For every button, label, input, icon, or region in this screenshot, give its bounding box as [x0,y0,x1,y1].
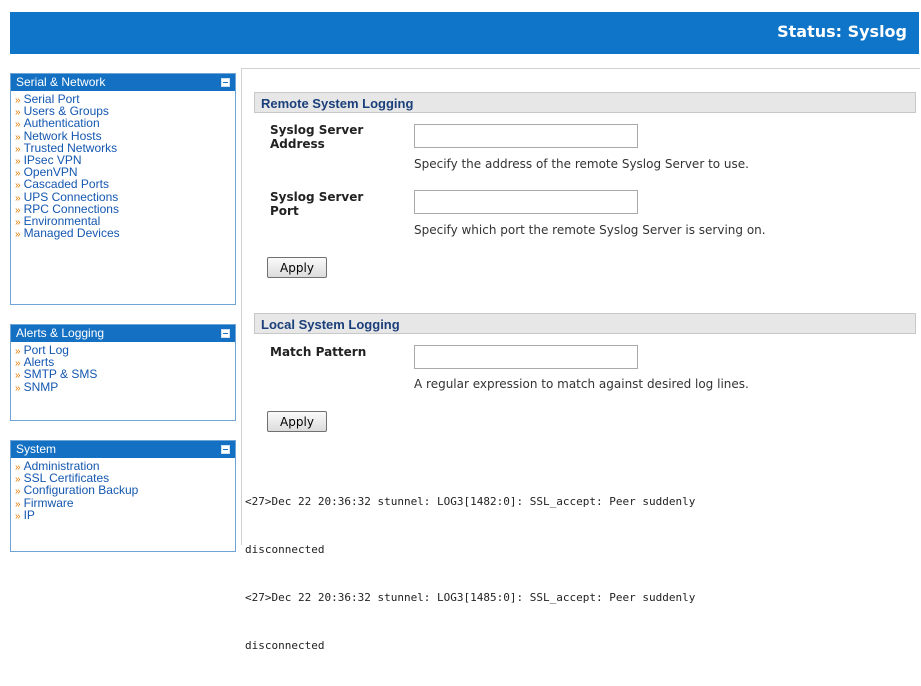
collapse-icon[interactable] [221,445,230,454]
section-heading-remote: Remote System Logging [254,92,916,113]
collapse-icon[interactable] [221,329,230,338]
arrow-icon: » [15,119,21,131]
sidebar-group-alerts-logging: Alerts & Logging » Port Log » Alerts » SMTP… [10,324,236,421]
arrow-icon: » [15,498,21,510]
sidebar-item-snmp[interactable]: » SNMP [15,381,235,394]
collapse-icon[interactable] [221,78,230,87]
log-line: disconnected [245,543,325,556]
sidebar-group-header[interactable]: System [11,441,235,458]
sidebar-item-managed-devices[interactable]: » Managed Devices [15,227,235,241]
log-line: <27>Dec 22 20:36:32 stunnel: LOG3[1485:0… [245,591,696,604]
section-heading-local: Local System Logging [254,313,916,334]
syslog-server-address-input[interactable] [414,124,638,148]
syslog-server-port-label: Syslog Server Port [270,190,364,218]
sidebar-item-ip[interactable]: » IP [15,509,235,522]
arrow-icon: » [15,131,21,143]
syslog-server-port-help: Specify which port the remote Syslog Ser… [414,223,766,237]
sidebar-menu: » Port Log » Alerts » SMTP & SMS » SNMP [11,342,235,395]
match-pattern-input[interactable] [414,345,638,369]
arrow-icon: » [15,192,21,204]
sidebar-group-system: System » Administration » SSL Certificates… [10,440,236,552]
log-line: disconnected [245,639,325,652]
arrow-icon: » [15,180,21,192]
sidebar-menu: » Serial Port » Users & Groups » Authentica… [11,91,235,241]
sidebar-group-title: Serial & Network [16,75,106,89]
page-header: Status: Syslog [10,12,919,54]
arrow-icon: » [15,510,21,522]
match-pattern-label: Match Pattern [270,345,367,359]
page-title: Status: Syslog [777,22,907,41]
remote-apply-button[interactable]: Apply [267,257,327,278]
syslog-server-port-input[interactable] [414,190,638,214]
sidebar-group-header[interactable]: Serial & Network [11,74,235,91]
main-panel: Remote System Logging Syslog Server Addr… [241,68,920,652]
arrow-icon: » [15,229,21,241]
match-pattern-help: A regular expression to match against de… [414,377,749,391]
sidebar-item-firmware[interactable]: » Firmware [15,497,235,510]
arrow-icon: » [15,486,21,498]
sidebar-group-header[interactable]: Alerts & Logging [11,325,235,342]
local-apply-button[interactable]: Apply [267,411,327,432]
arrow-icon: » [15,370,21,382]
top-strip [0,0,921,12]
sidebar-menu: » Administration » SSL Certificates » Confi… [11,458,235,523]
sidebar-group-title: Alerts & Logging [16,326,105,340]
log-line: <27>Dec 22 20:36:32 stunnel: LOG3[1482:0… [245,495,696,508]
sidebar-group-serial-network: Serial & Network » Serial Port » Users & G… [10,73,236,305]
arrow-icon: » [15,382,21,394]
syslog-output: <27>Dec 22 20:36:32 stunnel: LOG3[1482:0… [245,462,915,686]
syslog-server-address-help: Specify the address of the remote Syslog… [414,157,749,171]
sidebar-group-title: System [16,442,57,456]
syslog-server-address-label: Syslog Server Address [270,123,364,151]
